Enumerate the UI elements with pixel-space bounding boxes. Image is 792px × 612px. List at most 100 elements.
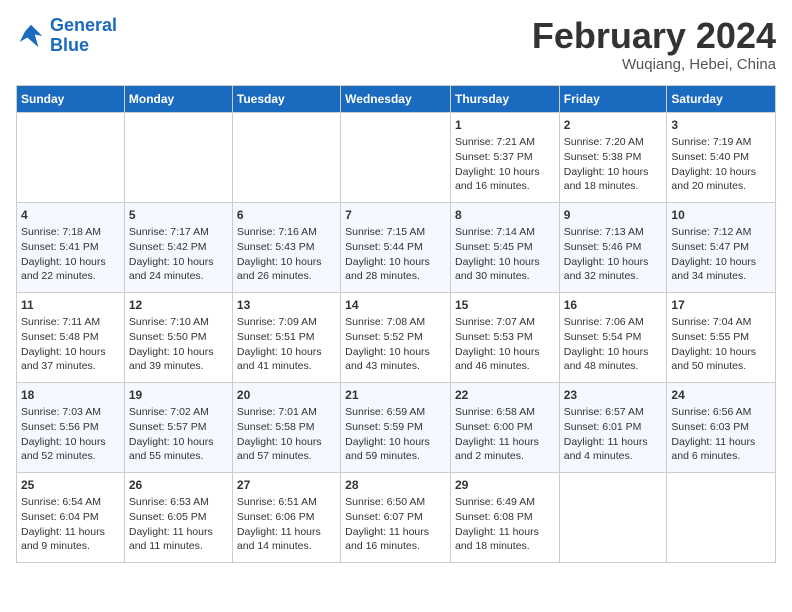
calendar-cell: 21Sunrise: 6:59 AM Sunset: 5:59 PM Dayli… bbox=[341, 382, 451, 472]
calendar-cell: 28Sunrise: 6:50 AM Sunset: 6:07 PM Dayli… bbox=[341, 472, 451, 562]
day-number: 21 bbox=[345, 387, 446, 404]
day-details: Sunrise: 7:15 AM Sunset: 5:44 PM Dayligh… bbox=[345, 225, 446, 284]
calendar-cell: 27Sunrise: 6:51 AM Sunset: 6:06 PM Dayli… bbox=[232, 472, 340, 562]
day-number: 20 bbox=[237, 387, 336, 404]
day-number: 23 bbox=[564, 387, 663, 404]
calendar-cell: 26Sunrise: 6:53 AM Sunset: 6:05 PM Dayli… bbox=[124, 472, 232, 562]
day-details: Sunrise: 7:18 AM Sunset: 5:41 PM Dayligh… bbox=[21, 225, 120, 284]
weekday-header: Sunday bbox=[17, 85, 125, 112]
day-details: Sunrise: 7:14 AM Sunset: 5:45 PM Dayligh… bbox=[455, 225, 555, 284]
calendar-cell: 24Sunrise: 6:56 AM Sunset: 6:03 PM Dayli… bbox=[667, 382, 776, 472]
weekday-header: Saturday bbox=[667, 85, 776, 112]
calendar-cell bbox=[17, 112, 125, 202]
month-title: February 2024 bbox=[532, 16, 776, 56]
calendar-cell bbox=[667, 472, 776, 562]
day-details: Sunrise: 6:49 AM Sunset: 6:08 PM Dayligh… bbox=[455, 495, 555, 554]
day-number: 12 bbox=[129, 297, 228, 314]
day-details: Sunrise: 6:58 AM Sunset: 6:00 PM Dayligh… bbox=[455, 405, 555, 464]
calendar-table: SundayMondayTuesdayWednesdayThursdayFrid… bbox=[16, 85, 776, 563]
calendar-cell: 10Sunrise: 7:12 AM Sunset: 5:47 PM Dayli… bbox=[667, 202, 776, 292]
logo-line1: General bbox=[50, 15, 117, 35]
day-details: Sunrise: 7:10 AM Sunset: 5:50 PM Dayligh… bbox=[129, 315, 228, 374]
day-number: 10 bbox=[671, 207, 771, 224]
calendar-cell: 22Sunrise: 6:58 AM Sunset: 6:00 PM Dayli… bbox=[450, 382, 559, 472]
calendar-cell: 4Sunrise: 7:18 AM Sunset: 5:41 PM Daylig… bbox=[17, 202, 125, 292]
calendar-cell bbox=[559, 472, 667, 562]
day-details: Sunrise: 7:16 AM Sunset: 5:43 PM Dayligh… bbox=[237, 225, 336, 284]
calendar-week-row: 4Sunrise: 7:18 AM Sunset: 5:41 PM Daylig… bbox=[17, 202, 776, 292]
day-number: 6 bbox=[237, 207, 336, 224]
weekday-header: Monday bbox=[124, 85, 232, 112]
calendar-cell bbox=[232, 112, 340, 202]
calendar-week-row: 25Sunrise: 6:54 AM Sunset: 6:04 PM Dayli… bbox=[17, 472, 776, 562]
day-details: Sunrise: 7:06 AM Sunset: 5:54 PM Dayligh… bbox=[564, 315, 663, 374]
calendar-cell: 29Sunrise: 6:49 AM Sunset: 6:08 PM Dayli… bbox=[450, 472, 559, 562]
calendar-cell: 6Sunrise: 7:16 AM Sunset: 5:43 PM Daylig… bbox=[232, 202, 340, 292]
day-details: Sunrise: 6:56 AM Sunset: 6:03 PM Dayligh… bbox=[671, 405, 771, 464]
day-number: 16 bbox=[564, 297, 663, 314]
calendar-cell: 16Sunrise: 7:06 AM Sunset: 5:54 PM Dayli… bbox=[559, 292, 667, 382]
title-block: February 2024 Wuqiang, Hebei, China bbox=[532, 16, 776, 73]
day-details: Sunrise: 7:13 AM Sunset: 5:46 PM Dayligh… bbox=[564, 225, 663, 284]
calendar-week-row: 1Sunrise: 7:21 AM Sunset: 5:37 PM Daylig… bbox=[17, 112, 776, 202]
logo: General Blue bbox=[16, 16, 117, 56]
weekday-header: Tuesday bbox=[232, 85, 340, 112]
logo-text: General Blue bbox=[50, 16, 117, 56]
calendar-cell: 15Sunrise: 7:07 AM Sunset: 5:53 PM Dayli… bbox=[450, 292, 559, 382]
calendar-cell: 5Sunrise: 7:17 AM Sunset: 5:42 PM Daylig… bbox=[124, 202, 232, 292]
calendar-cell: 13Sunrise: 7:09 AM Sunset: 5:51 PM Dayli… bbox=[232, 292, 340, 382]
calendar-cell: 20Sunrise: 7:01 AM Sunset: 5:58 PM Dayli… bbox=[232, 382, 340, 472]
logo-bird-icon bbox=[16, 21, 46, 51]
day-number: 24 bbox=[671, 387, 771, 404]
calendar-cell: 3Sunrise: 7:19 AM Sunset: 5:40 PM Daylig… bbox=[667, 112, 776, 202]
calendar-cell bbox=[341, 112, 451, 202]
day-number: 8 bbox=[455, 207, 555, 224]
calendar-cell: 17Sunrise: 7:04 AM Sunset: 5:55 PM Dayli… bbox=[667, 292, 776, 382]
day-number: 4 bbox=[21, 207, 120, 224]
day-details: Sunrise: 7:02 AM Sunset: 5:57 PM Dayligh… bbox=[129, 405, 228, 464]
day-details: Sunrise: 6:53 AM Sunset: 6:05 PM Dayligh… bbox=[129, 495, 228, 554]
day-details: Sunrise: 7:07 AM Sunset: 5:53 PM Dayligh… bbox=[455, 315, 555, 374]
day-details: Sunrise: 7:17 AM Sunset: 5:42 PM Dayligh… bbox=[129, 225, 228, 284]
calendar-cell bbox=[124, 112, 232, 202]
day-number: 22 bbox=[455, 387, 555, 404]
day-number: 2 bbox=[564, 117, 663, 134]
calendar-cell: 7Sunrise: 7:15 AM Sunset: 5:44 PM Daylig… bbox=[341, 202, 451, 292]
day-details: Sunrise: 7:09 AM Sunset: 5:51 PM Dayligh… bbox=[237, 315, 336, 374]
day-details: Sunrise: 7:03 AM Sunset: 5:56 PM Dayligh… bbox=[21, 405, 120, 464]
day-details: Sunrise: 6:54 AM Sunset: 6:04 PM Dayligh… bbox=[21, 495, 120, 554]
day-details: Sunrise: 7:01 AM Sunset: 5:58 PM Dayligh… bbox=[237, 405, 336, 464]
day-number: 14 bbox=[345, 297, 446, 314]
calendar-cell: 11Sunrise: 7:11 AM Sunset: 5:48 PM Dayli… bbox=[17, 292, 125, 382]
day-number: 3 bbox=[671, 117, 771, 134]
weekday-header: Thursday bbox=[450, 85, 559, 112]
day-number: 25 bbox=[21, 477, 120, 494]
day-number: 28 bbox=[345, 477, 446, 494]
day-number: 1 bbox=[455, 117, 555, 134]
day-number: 19 bbox=[129, 387, 228, 404]
calendar-cell: 14Sunrise: 7:08 AM Sunset: 5:52 PM Dayli… bbox=[341, 292, 451, 382]
day-details: Sunrise: 7:12 AM Sunset: 5:47 PM Dayligh… bbox=[671, 225, 771, 284]
day-number: 15 bbox=[455, 297, 555, 314]
calendar-cell: 8Sunrise: 7:14 AM Sunset: 5:45 PM Daylig… bbox=[450, 202, 559, 292]
day-details: Sunrise: 6:51 AM Sunset: 6:06 PM Dayligh… bbox=[237, 495, 336, 554]
calendar-cell: 2Sunrise: 7:20 AM Sunset: 5:38 PM Daylig… bbox=[559, 112, 667, 202]
day-number: 26 bbox=[129, 477, 228, 494]
calendar-cell: 23Sunrise: 6:57 AM Sunset: 6:01 PM Dayli… bbox=[559, 382, 667, 472]
calendar-cell: 25Sunrise: 6:54 AM Sunset: 6:04 PM Dayli… bbox=[17, 472, 125, 562]
day-number: 29 bbox=[455, 477, 555, 494]
day-number: 11 bbox=[21, 297, 120, 314]
day-number: 5 bbox=[129, 207, 228, 224]
calendar-cell: 19Sunrise: 7:02 AM Sunset: 5:57 PM Dayli… bbox=[124, 382, 232, 472]
day-details: Sunrise: 7:19 AM Sunset: 5:40 PM Dayligh… bbox=[671, 135, 771, 194]
day-details: Sunrise: 6:57 AM Sunset: 6:01 PM Dayligh… bbox=[564, 405, 663, 464]
day-details: Sunrise: 7:08 AM Sunset: 5:52 PM Dayligh… bbox=[345, 315, 446, 374]
day-number: 27 bbox=[237, 477, 336, 494]
day-details: Sunrise: 6:59 AM Sunset: 5:59 PM Dayligh… bbox=[345, 405, 446, 464]
weekday-header-row: SundayMondayTuesdayWednesdayThursdayFrid… bbox=[17, 85, 776, 112]
day-number: 7 bbox=[345, 207, 446, 224]
day-number: 18 bbox=[21, 387, 120, 404]
day-number: 17 bbox=[671, 297, 771, 314]
calendar-cell: 18Sunrise: 7:03 AM Sunset: 5:56 PM Dayli… bbox=[17, 382, 125, 472]
day-number: 13 bbox=[237, 297, 336, 314]
